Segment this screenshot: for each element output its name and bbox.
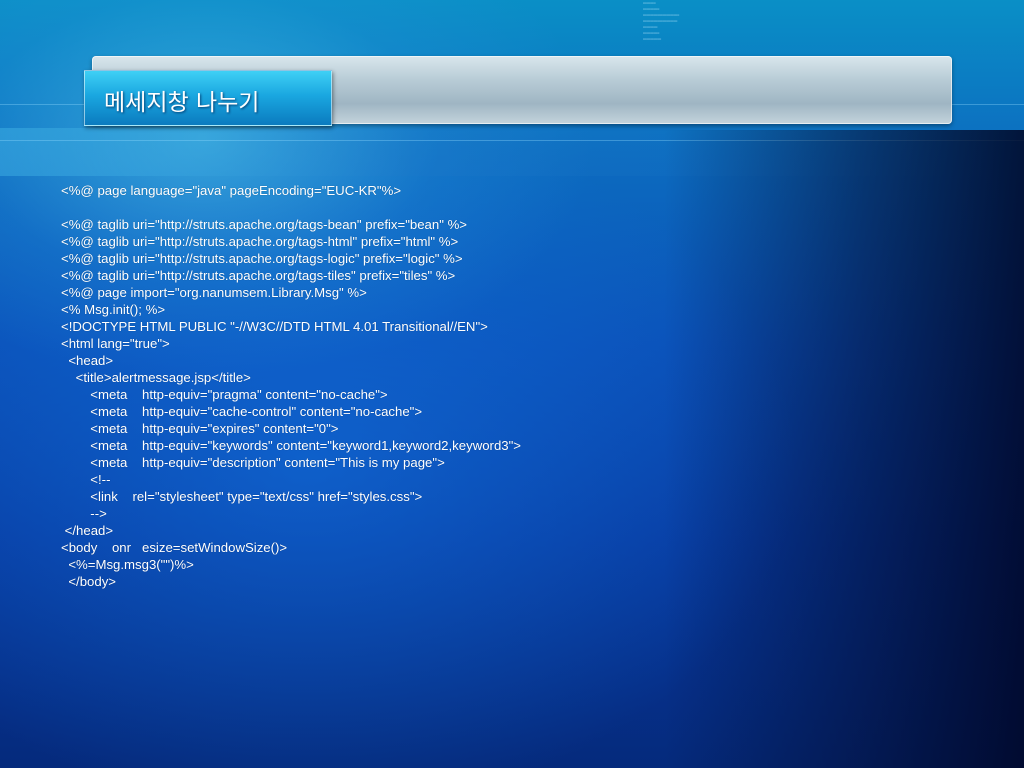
code-line: <%@ taglib uri="http://struts.apache.org… [61,234,459,249]
code-line: <%@ taglib uri="http://struts.apache.org… [61,251,463,266]
code-line: <meta http-equiv="pragma" content="no-ca… [61,387,388,402]
code-line: --> [61,506,107,521]
code-line: <!DOCTYPE HTML PUBLIC "-//W3C//DTD HTML … [61,319,488,334]
code-line: <meta http-equiv="description" content="… [61,455,445,470]
code-line: <html lang="true"> [61,336,170,351]
code-line: <link rel="stylesheet" type="text/css" h… [61,489,423,504]
code-line: </body> [61,574,116,589]
decorative-line [0,140,1024,141]
code-line: <body onr esize=setWindowSize()> [61,540,288,555]
code-line: <%@ page language="java" pageEncoding="E… [61,183,402,198]
code-line: <head> [61,353,114,368]
code-line: <% Msg.init(); %> [61,302,166,317]
code-line: <meta http-equiv="cache-control" content… [61,404,423,419]
code-line: <%@ page import="org.nanumsem.Library.Ms… [61,285,367,300]
slide-title: 메세지창 나누기 [104,90,260,116]
code-line: <title>alertmessage.jsp</title> [61,370,251,385]
code-line: <%@ taglib uri="http://struts.apache.org… [61,268,456,283]
header-glow-band [0,128,1024,176]
code-line: <%@ taglib uri="http://struts.apache.org… [61,217,467,232]
code-line: </head> [61,523,114,538]
code-block: <%@ page language="java" pageEncoding="E… [61,182,961,590]
code-line: <!-- [61,472,111,487]
code-line: <meta http-equiv="keywords" content="key… [61,438,521,453]
decorative-background-text: ▬▬▬▬▬▬▬ ▬▬▬▬▬▬▬▬▬ ▬▬▬▬▬▬▬▬▬▬▬▬▬▬▬▬▬▬▬▬ ▬… [643,1,680,41]
code-line: <%=Msg.msg3("")%> [61,557,194,572]
code-line: <meta http-equiv="expires" content="0"> [61,421,339,436]
